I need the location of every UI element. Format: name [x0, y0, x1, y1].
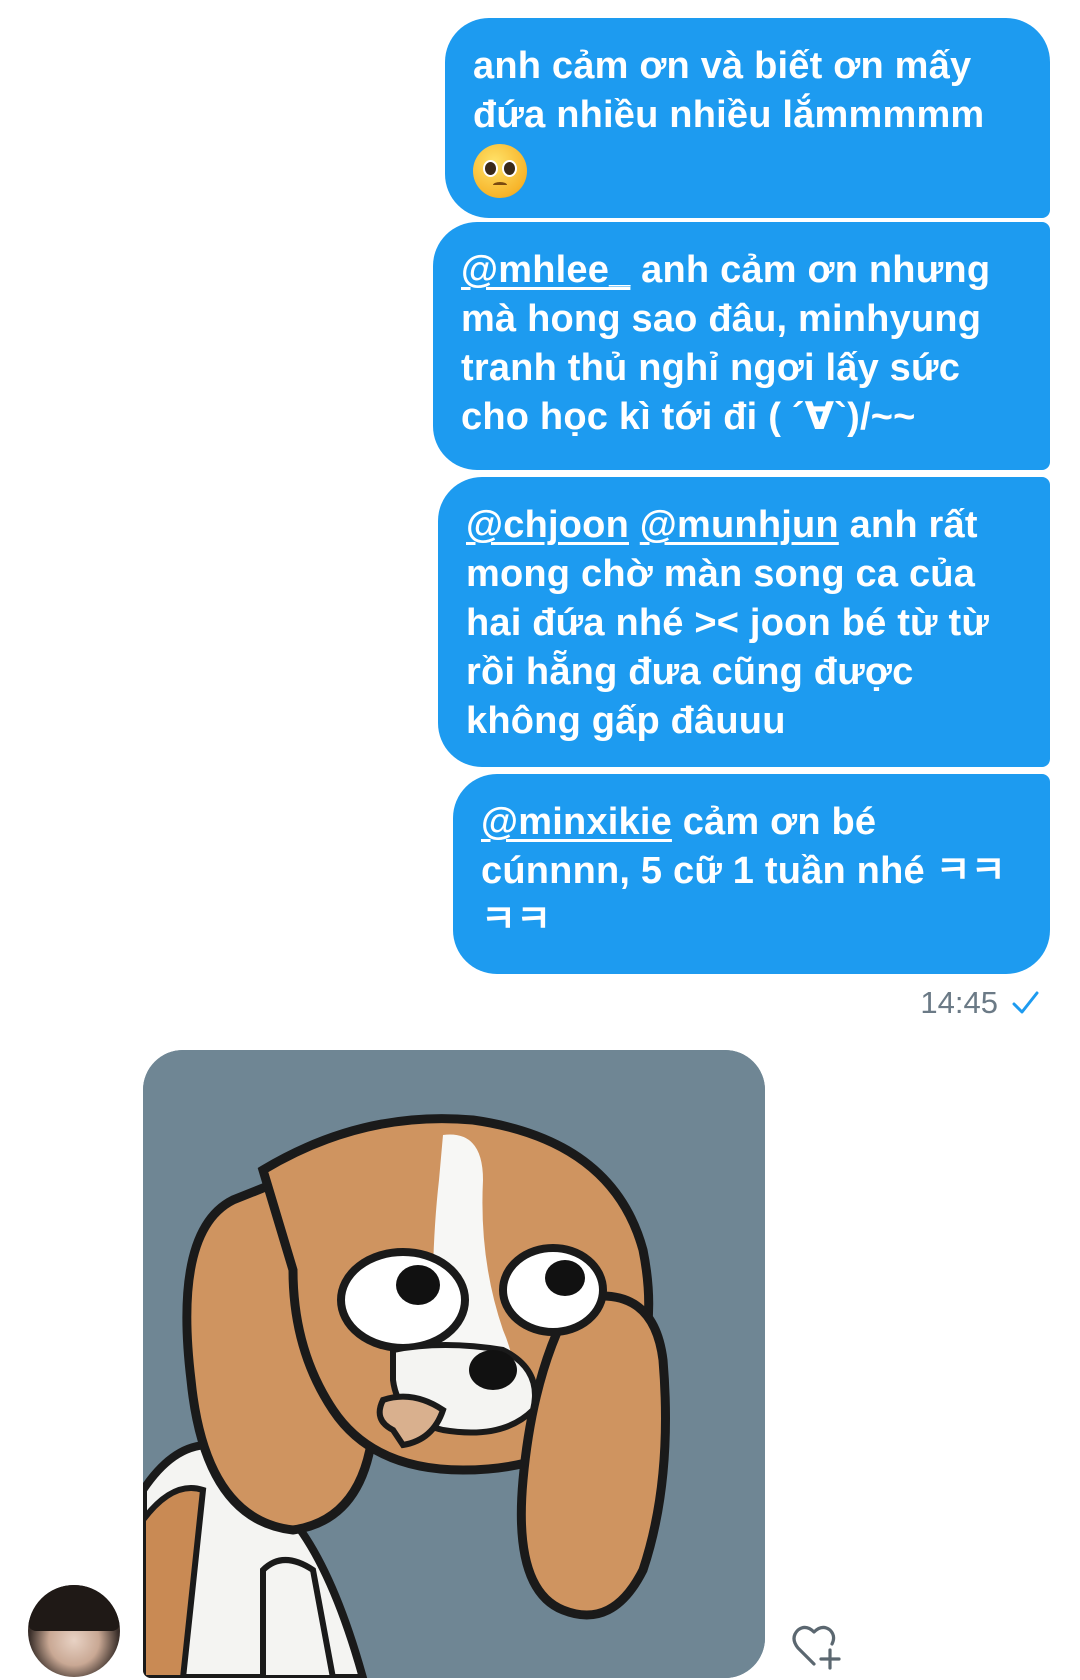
message-text	[629, 504, 640, 546]
beagle-sticker[interactable]	[143, 1050, 765, 1678]
mention-link[interactable]: @minxikie	[481, 801, 672, 843]
beagle-illustration	[143, 1050, 765, 1678]
message-text: anh cảm ơn và biết ơn mấy đứa nhiều nhiề…	[473, 45, 985, 136]
chat-thread: anh cảm ơn và biết ơn mấy đứa nhiều nhiề…	[0, 0, 1080, 1680]
timestamp: 14:45	[920, 985, 998, 1020]
pleading-face-icon	[473, 144, 527, 198]
mention-link[interactable]: @mhlee_	[461, 249, 630, 291]
message-bubble[interactable]: @minxikie cảm ơn bé cúnnnn, 5 cữ 1 tuần …	[453, 774, 1050, 974]
avatar[interactable]	[28, 1585, 120, 1677]
heart-plus-icon[interactable]	[790, 1622, 842, 1670]
sent-check-icon	[1012, 991, 1039, 1014]
message-bubble[interactable]: @mhlee_ anh cảm ơn nhưng mà hong sao đâu…	[433, 222, 1050, 470]
mention-link[interactable]: @chjoon	[466, 504, 629, 546]
message-status: 14:45	[920, 985, 1040, 1021]
message-bubble[interactable]: @chjoon @munhjun anh rất mong chờ màn so…	[438, 477, 1050, 767]
message-bubble[interactable]: anh cảm ơn và biết ơn mấy đứa nhiều nhiề…	[445, 18, 1050, 218]
mention-link[interactable]: @munhjun	[640, 504, 839, 546]
